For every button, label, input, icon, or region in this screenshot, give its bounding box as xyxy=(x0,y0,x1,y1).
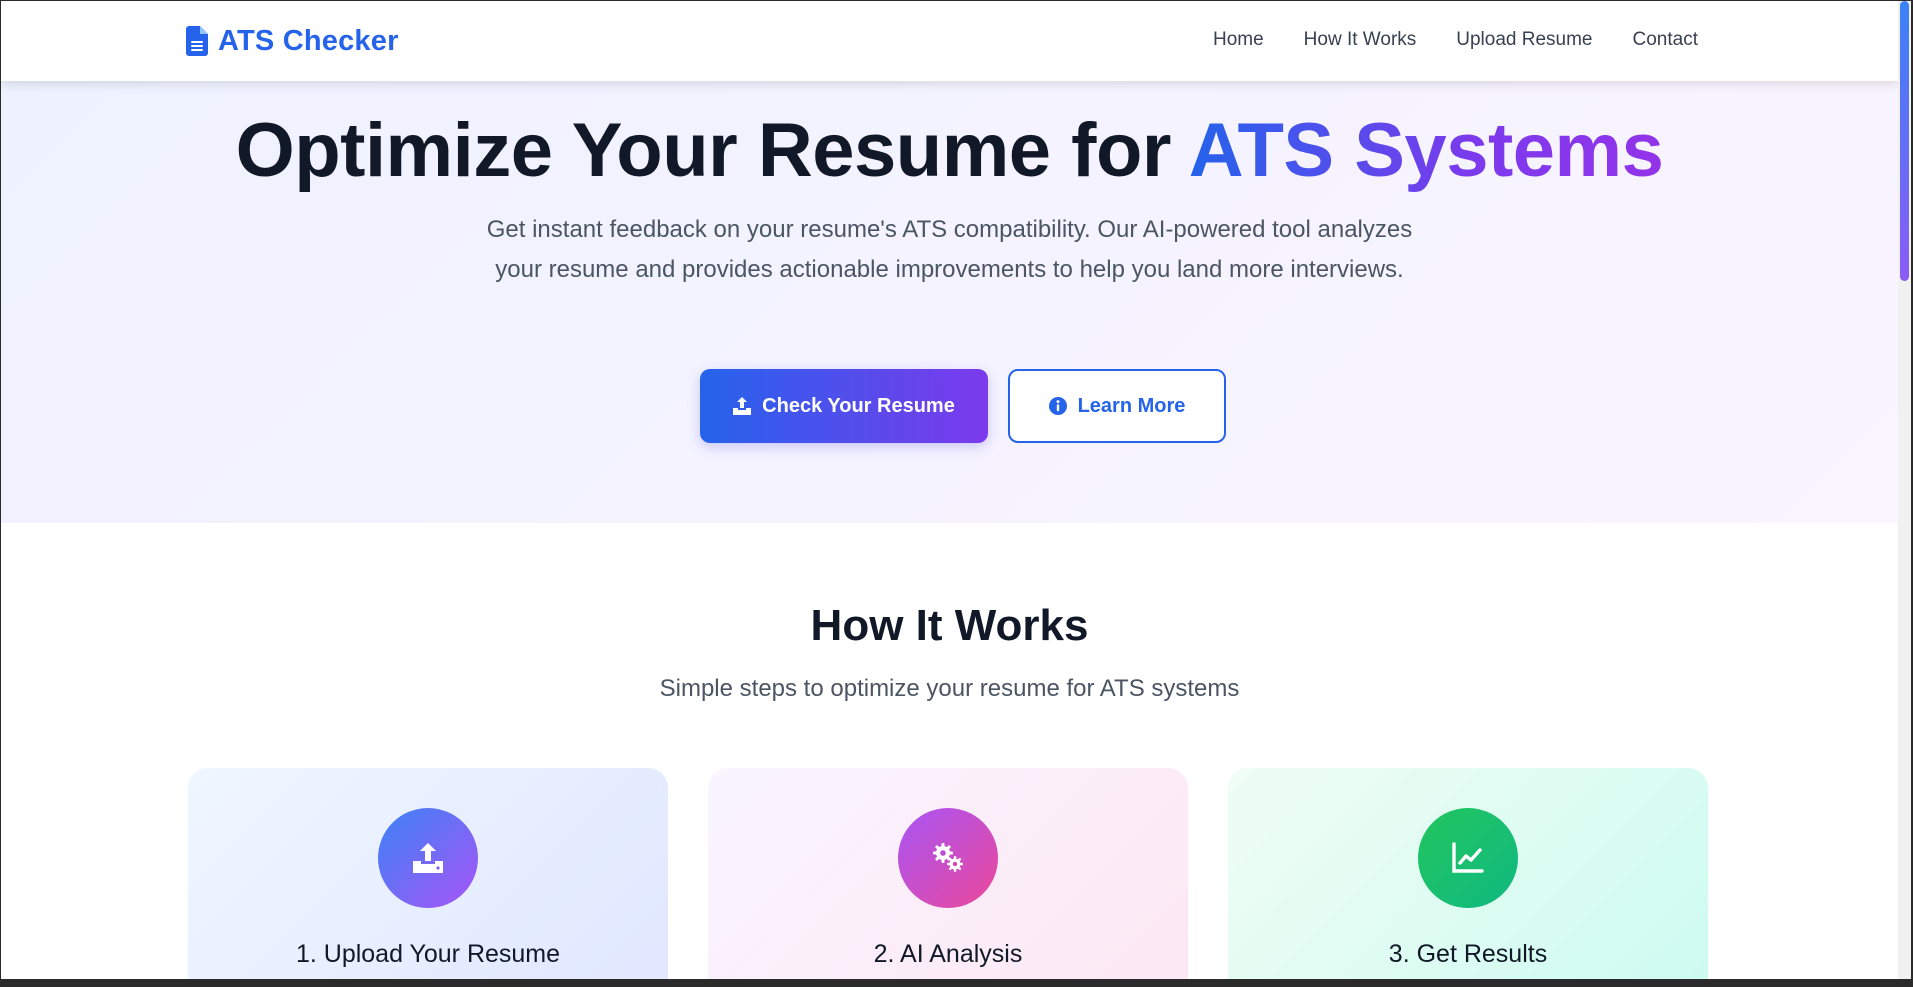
steps-grid: 1. Upload Your Resume 2. AI Analysis 3. … xyxy=(188,768,1708,979)
learn-more-button[interactable]: Learn More xyxy=(1007,369,1226,443)
check-resume-button[interactable]: Check Your Resume xyxy=(699,369,988,443)
nav-link-home[interactable]: Home xyxy=(1213,29,1264,51)
step-card-analysis: 2. AI Analysis xyxy=(708,768,1188,979)
nav-link-how-it-works[interactable]: How It Works xyxy=(1304,29,1417,51)
chart-line-icon xyxy=(1452,842,1484,873)
hero-actions: Check Your Resume Learn More xyxy=(1,369,1898,443)
page-viewport: ATS Checker Home How It Works Upload Res… xyxy=(1,1,1898,979)
nav-link-contact[interactable]: Contact xyxy=(1633,29,1698,51)
step-title: 1. Upload Your Resume xyxy=(295,940,561,968)
step-icon-circle xyxy=(378,808,478,908)
check-resume-label: Check Your Resume xyxy=(762,394,955,417)
how-it-works-subtitle: Simple steps to optimize your resume for… xyxy=(659,675,1240,702)
hero-title-prefix: Optimize Your Resume for xyxy=(235,108,1189,193)
nav-link-upload-resume[interactable]: Upload Resume xyxy=(1456,29,1592,51)
step-title: 3. Get Results xyxy=(1388,940,1548,968)
brand-name: ATS Checker xyxy=(218,24,399,57)
nav-menu: Home How It Works Upload Resume Contact xyxy=(1213,29,1698,51)
brand-logo[interactable]: ATS Checker xyxy=(186,23,399,59)
scrollbar-thumb[interactable] xyxy=(1900,1,1909,281)
upload-icon xyxy=(413,843,443,873)
hero-title-highlight: ATS Systems xyxy=(1188,108,1664,193)
how-it-works-title: How It Works xyxy=(810,601,1089,650)
navbar: ATS Checker Home How It Works Upload Res… xyxy=(1,1,1898,81)
step-card-results: 3. Get Results xyxy=(1228,768,1708,979)
step-title: 2. AI Analysis xyxy=(873,940,1023,968)
step-card-upload: 1. Upload Your Resume xyxy=(188,768,668,979)
upload-icon xyxy=(733,397,752,415)
hero-subtitle: Get instant feedback on your resume's AT… xyxy=(486,216,1413,283)
page-scrollbar[interactable] xyxy=(1898,1,1911,979)
step-icon-circle xyxy=(1418,808,1518,908)
info-circle-icon xyxy=(1048,397,1067,415)
step-icon-circle xyxy=(898,808,998,908)
file-alt-icon xyxy=(186,26,208,56)
hero-section: Optimize Your Resume for ATS Systems Get… xyxy=(1,81,1898,523)
cogs-icon xyxy=(933,843,963,872)
hero-title: Optimize Your Resume for ATS Systems xyxy=(1,107,1898,194)
learn-more-label: Learn More xyxy=(1077,394,1186,417)
